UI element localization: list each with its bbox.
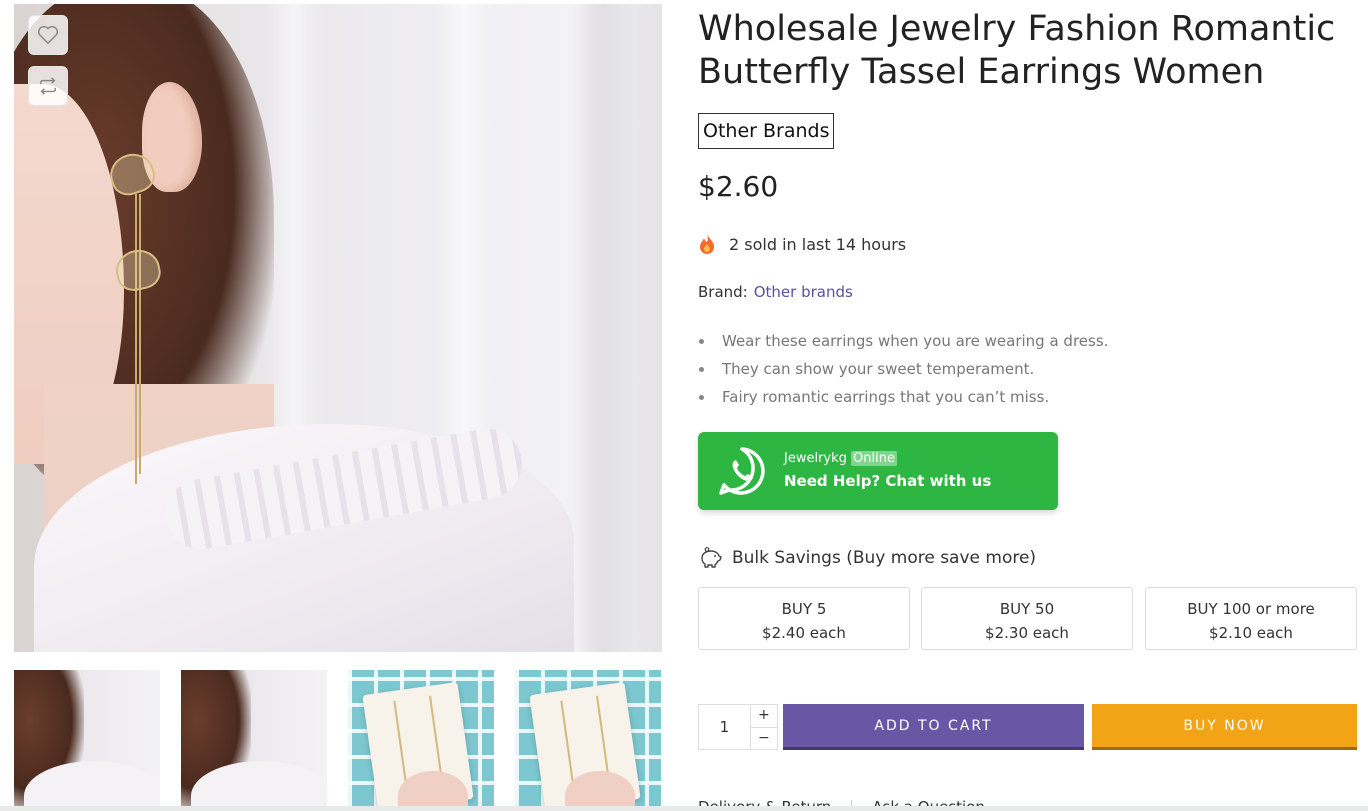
thumbnail-2[interactable] — [181, 670, 327, 811]
compare-button[interactable] — [28, 66, 68, 106]
heart-icon — [38, 25, 58, 44]
tier-price: $2.30 each — [985, 624, 1069, 642]
sold-text: 2 sold in last 14 hours — [729, 234, 907, 254]
bulk-tier-50[interactable]: BUY 50 $2.30 each — [921, 587, 1133, 650]
product-title: Wholesale Jewelry Fashion Romantic Butte… — [698, 9, 1336, 92]
whatsapp-chat-button[interactable]: Jewelrykg Online Need Help? Chat with us — [698, 432, 1058, 510]
tier-quantity: BUY 50 — [999, 600, 1055, 618]
bulk-savings-heading: Bulk Savings (Buy more save more) — [698, 547, 1036, 569]
quantity-decrease-button[interactable]: − — [750, 726, 777, 750]
product-price: $2.60 — [698, 170, 779, 203]
feature-list: Wear these earrings when you are wearing… — [698, 327, 1108, 411]
whatsapp-icon — [719, 447, 765, 495]
agent-name: Jewelrykg — [784, 451, 847, 466]
quantity-input[interactable]: 1 — [699, 705, 750, 749]
bulk-savings-title: Bulk Savings (Buy more save more) — [732, 548, 1037, 568]
brand-line: Brand: Other brands — [698, 283, 853, 301]
piggy-bank-icon — [701, 547, 722, 568]
brand-link[interactable]: Other brands — [754, 283, 853, 301]
tier-price: $2.10 each — [1209, 624, 1293, 642]
quantity-increase-button[interactable]: + — [751, 705, 777, 727]
fire-icon — [700, 234, 714, 254]
quantity-stepper: 1 + − — [698, 704, 778, 750]
tier-quantity: BUY 100 or more — [1187, 600, 1315, 618]
feature-item: Wear these earrings when you are wearing… — [698, 327, 1108, 355]
add-to-cart-button[interactable]: ADD TO CART — [783, 704, 1084, 750]
thumbnail-3[interactable] — [348, 670, 494, 811]
main-product-image[interactable] — [14, 4, 662, 652]
repeat-icon — [40, 77, 56, 95]
brand-label: Brand: — [698, 283, 748, 301]
tier-price: $2.40 each — [762, 624, 846, 642]
tier-quantity: BUY 5 — [781, 600, 827, 618]
bulk-tier-5[interactable]: BUY 5 $2.40 each — [698, 587, 910, 650]
thumbnail-4[interactable] — [515, 670, 661, 811]
online-badge: Online — [851, 451, 897, 466]
page-bottom-strip — [0, 806, 1368, 811]
brand-badge[interactable]: Other Brands — [698, 113, 835, 149]
feature-item: Fairy romantic earrings that you can’t m… — [698, 383, 1108, 411]
wishlist-button[interactable] — [28, 15, 68, 55]
thumbnail-1[interactable] — [14, 670, 160, 811]
sold-indicator: 2 sold in last 14 hours — [697, 233, 906, 255]
chat-cta: Need Help? Chat with us — [784, 472, 992, 490]
bulk-tier-100[interactable]: BUY 100 or more $2.10 each — [1145, 587, 1357, 650]
feature-item: They can show your sweet temperament. — [698, 355, 1108, 383]
buy-now-button[interactable]: BUY NOW — [1092, 704, 1357, 750]
